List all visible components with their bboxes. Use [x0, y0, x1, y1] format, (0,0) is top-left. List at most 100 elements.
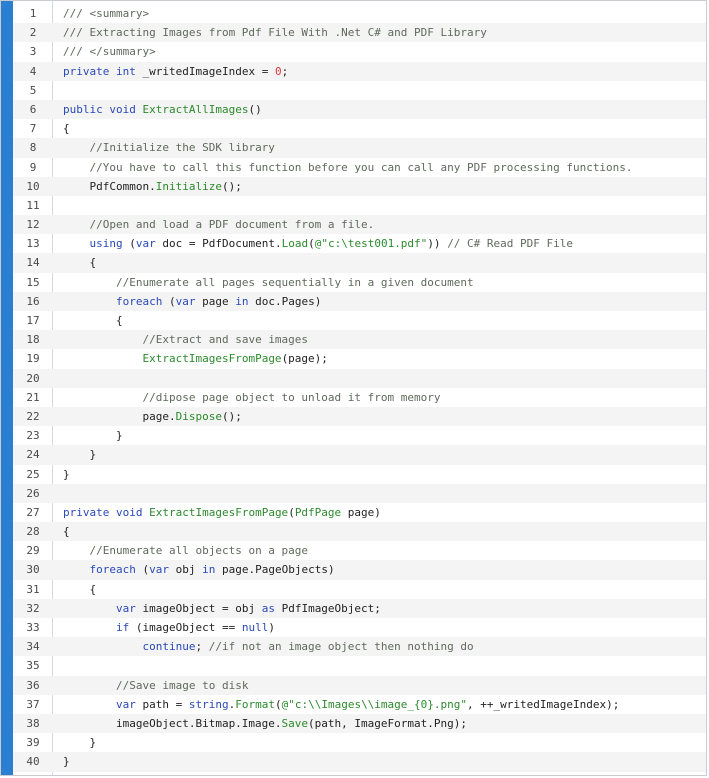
- code-token-comment: //dipose page object to unload it from m…: [142, 390, 441, 404]
- code-token-plain: page.: [63, 409, 176, 423]
- code-token-plain: }: [63, 736, 97, 750]
- line-number: 40: [26, 755, 40, 769]
- line-number: 37: [26, 697, 40, 711]
- code-text: var path = string.Format(@"c:\\Images\\i…: [63, 695, 619, 714]
- code-line: 8 //Initialize the SDK library: [13, 138, 706, 158]
- code-token-plain: PdfCommon.: [63, 179, 156, 193]
- line-number: 24: [26, 448, 40, 462]
- code-line: 28 {: [13, 522, 706, 542]
- code-token-method: PdfPage: [294, 505, 342, 519]
- line-number: 19: [26, 352, 40, 366]
- code-text: public void ExtractAllImages(): [63, 100, 262, 119]
- code-line: 25}: [13, 465, 706, 484]
- code-line: 39 }: [13, 733, 706, 752]
- code-line: 10 PdfCommon.Initialize();: [13, 176, 706, 196]
- code-text: PdfCommon.Initialize();: [63, 177, 242, 196]
- code-line: 18 //Extract and save images: [13, 330, 706, 350]
- code-token-plain: (: [308, 237, 315, 251]
- code-token-comment: //if not an image object then nothing do: [208, 640, 474, 654]
- code-token-keyword: private: [63, 64, 110, 78]
- line-number: 3: [29, 45, 37, 59]
- code-text: if (imageObject == null): [63, 618, 275, 637]
- code-line: 17 {: [13, 311, 706, 330]
- line-number: 25: [26, 467, 40, 481]
- code-line: 30 foreach (var obj in page.PageObjects): [13, 560, 706, 580]
- code-line: 3 /// </summary>: [13, 42, 706, 61]
- line-number: 22: [26, 409, 40, 423]
- line-number: 20: [26, 371, 40, 385]
- code-text: {: [63, 311, 123, 330]
- code-token-string: @"c:\test001.pdf": [314, 237, 428, 251]
- code-line: 34 continue; //if not an image object th…: [13, 637, 706, 657]
- code-text: }: [63, 465, 70, 484]
- line-number: 8: [29, 141, 37, 155]
- code-line: 37 var path = string.Format(@"c:\\Images…: [13, 695, 706, 714]
- line-number: 9: [29, 160, 37, 174]
- code-token-comment: /// Extracting Images from Pdf File With…: [63, 26, 487, 40]
- line-number: 35: [26, 659, 40, 673]
- code-text: }: [63, 445, 96, 464]
- code-text: //You have to call this function before …: [63, 158, 633, 177]
- code-line: 24 }: [13, 445, 706, 465]
- code-token-keyword: public: [63, 102, 103, 116]
- code-token-keyword: as: [261, 601, 275, 615]
- code-line: 5: [13, 81, 706, 100]
- code-token-comment: //You have to call this function before …: [89, 160, 633, 174]
- code-token-string: @"c:\\Images\\image_{0}.png": [281, 697, 468, 711]
- code-token-plain: (: [288, 505, 295, 519]
- code-line: 19 ExtractImagesFromPage(page);: [13, 349, 706, 368]
- code-token-plain: PdfImageObject;: [274, 601, 381, 615]
- code-text: private int _writedImageIndex = 0;: [63, 62, 288, 81]
- code-line: 31 {: [13, 580, 706, 599]
- line-number: 17: [26, 314, 40, 327]
- code-token-method: Dispose: [175, 409, 222, 423]
- code-token-plain: )): [427, 237, 448, 251]
- code-token-plain: (: [122, 237, 136, 251]
- code-text: ExtractImagesFromPage(page);: [63, 349, 327, 368]
- code-token-keyword: null: [241, 621, 269, 634]
- code-token-plain: ;: [195, 640, 209, 654]
- code-token-plain: (): [248, 102, 262, 116]
- code-token-keyword: foreach: [115, 294, 163, 308]
- code-token-keyword: void: [115, 505, 143, 519]
- code-line: 6 public void ExtractAllImages(): [13, 99, 706, 120]
- code-line: 40}: [13, 752, 706, 772]
- line-number: 18: [26, 333, 40, 347]
- code-token-keyword: foreach: [89, 563, 136, 577]
- code-text: foreach (var obj in page.PageObjects): [63, 560, 335, 579]
- line-number: 6: [29, 102, 37, 116]
- code-text: /// </summary>: [63, 42, 156, 61]
- code-token-number: 0: [274, 64, 282, 78]
- line-number: 21: [26, 390, 40, 404]
- code-token-method: Save: [281, 716, 309, 730]
- line-number: 39: [26, 736, 40, 750]
- code-text: {: [63, 119, 70, 138]
- code-token-plain: page.PageObjects): [215, 563, 335, 577]
- code-line: 35: [13, 656, 706, 675]
- code-token-plain: ();: [221, 179, 242, 193]
- line-number: 33: [26, 621, 40, 634]
- code-token-plain: (imageObject ==: [129, 621, 242, 634]
- code-line: 15 //Enumerate all pages sequentially in…: [13, 273, 706, 292]
- code-token-comment: // C# Read PDF File: [447, 237, 574, 251]
- line-number: 23: [26, 429, 40, 443]
- code-text: //dipose page object to unload it from m…: [63, 388, 441, 407]
- code-token-comment: //Initialize the SDK library: [89, 141, 275, 155]
- line-number: 14: [26, 256, 40, 270]
- code-line: 21 //dipose page object to unload it fro…: [13, 388, 706, 407]
- code-token-comment: /// <summary>: [63, 7, 150, 20]
- line-number: 13: [26, 237, 40, 251]
- code-line: 13 using (var doc = PdfDocument.Load(@"c…: [13, 234, 706, 253]
- code-text: //Enumerate all pages sequentially in a …: [63, 273, 474, 292]
- code-token-plain: page): [341, 505, 381, 519]
- code-token-comment: //Enumerate all objects on a page: [89, 544, 309, 558]
- line-number: 1: [29, 7, 37, 20]
- code-token-keyword: string: [188, 697, 229, 711]
